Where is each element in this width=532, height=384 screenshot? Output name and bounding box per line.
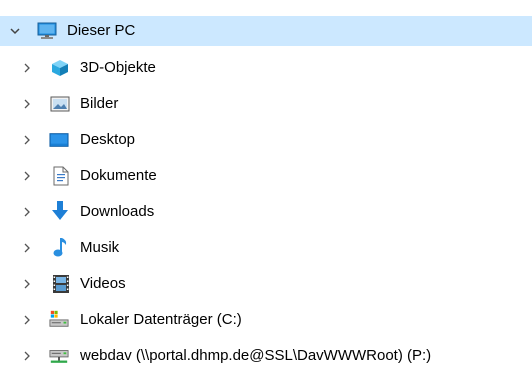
tree-item-local-drive-c[interactable]: Lokaler Datenträger (C:) xyxy=(0,305,532,335)
network-drive-icon xyxy=(49,346,69,366)
chevron-right-icon[interactable] xyxy=(20,241,34,255)
tree-item-label: Musik xyxy=(80,239,120,256)
3d-cube-icon xyxy=(50,58,70,78)
tree-item-label: Dokumente xyxy=(80,167,157,184)
tree-item-downloads[interactable]: Downloads xyxy=(0,197,532,227)
monitor-icon xyxy=(37,21,57,41)
download-arrow-icon xyxy=(50,201,70,221)
tree-item-dokumente[interactable]: Dokumente xyxy=(0,161,532,191)
tree-item-label: Dieser PC xyxy=(67,22,136,39)
chevron-right-icon[interactable] xyxy=(20,97,34,111)
navigation-tree: Dieser PC 3D-Objekte Bilder Desktop Doku… xyxy=(0,0,532,384)
tree-item-bilder[interactable]: Bilder xyxy=(0,89,532,119)
music-note-icon xyxy=(50,237,70,257)
chevron-right-icon[interactable] xyxy=(20,205,34,219)
chevron-right-icon[interactable] xyxy=(20,349,34,363)
drive-icon xyxy=(49,309,69,329)
film-strip-icon xyxy=(51,274,71,294)
tree-item-label: Videos xyxy=(80,275,126,292)
chevron-right-icon[interactable] xyxy=(20,61,34,75)
tree-item-label: Downloads xyxy=(80,203,155,220)
tree-item-label: Desktop xyxy=(80,131,136,148)
chevron-right-icon[interactable] xyxy=(20,133,34,147)
chevron-down-icon[interactable] xyxy=(8,24,22,38)
desktop-folder-icon xyxy=(49,130,69,150)
tree-item-label: Bilder xyxy=(80,95,119,112)
pictures-folder-icon xyxy=(50,94,70,114)
tree-item-dieser-pc[interactable]: Dieser PC xyxy=(0,16,532,46)
chevron-right-icon[interactable] xyxy=(20,313,34,327)
chevron-right-icon[interactable] xyxy=(20,277,34,291)
tree-item-videos[interactable]: Videos xyxy=(0,269,532,299)
tree-item-label: webdav (\\portal.dhmp.de@SSL\DavWWWRoot)… xyxy=(80,347,432,364)
tree-item-webdav-drive-p[interactable]: webdav (\\portal.dhmp.de@SSL\DavWWWRoot)… xyxy=(0,341,532,371)
tree-item-label: Lokaler Datenträger (C:) xyxy=(80,311,242,328)
tree-item-label: 3D-Objekte xyxy=(80,59,156,76)
tree-item-desktop[interactable]: Desktop xyxy=(0,125,532,155)
document-icon xyxy=(51,166,71,186)
tree-item-3d-objekte[interactable]: 3D-Objekte xyxy=(0,53,532,83)
tree-item-musik[interactable]: Musik xyxy=(0,233,532,263)
chevron-right-icon[interactable] xyxy=(20,169,34,183)
